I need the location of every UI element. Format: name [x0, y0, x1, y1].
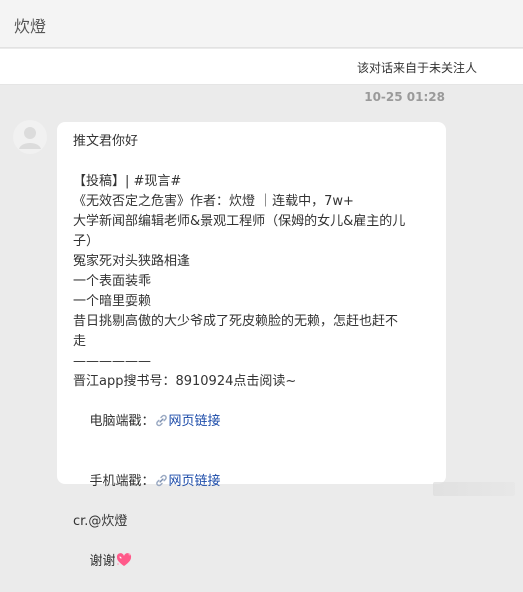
message-credit: cr.@炊燈	[73, 514, 128, 529]
stranger-notice-text: 该对话来自于未关注人	[356, 61, 477, 75]
message-line: 子）	[73, 234, 100, 249]
message-line	[73, 152, 430, 172]
message-line: 昔日挑剔高傲的大少爷成了死皮赖脸的无赖，怎赶也赶不	[73, 314, 399, 329]
message-line: ——————	[73, 354, 151, 369]
pc-link-line: 电脑端戳： 网页链接	[73, 392, 430, 452]
message-line: 冤家死对头狭路相逢	[73, 254, 191, 269]
mobile-web-link[interactable]: 网页链接	[155, 474, 221, 489]
watermark	[433, 482, 515, 496]
message-bubble: 推文君你好 【投稿】| #现言# 《无效否定之危害》作者：炊燈 ｜连载中，7w+…	[57, 122, 446, 569]
pc-link-label: 电脑端戳：	[89, 414, 155, 429]
message-line: 一个表面装乖	[73, 274, 152, 289]
message-line: 【投稿】| #现言#	[73, 174, 182, 189]
sparkling-heart-icon	[116, 553, 131, 566]
pc-link-text: 网页链接	[168, 414, 221, 429]
stranger-notice-bar: 该对话来自于未关注人	[0, 49, 523, 85]
mobile-link-line: 手机端戳： 网页链接	[73, 452, 430, 512]
default-avatar-icon[interactable]	[13, 120, 47, 154]
link-icon	[155, 414, 167, 427]
message-line: 一个暗里耍赖	[73, 294, 152, 309]
thanks-line: 谢谢	[73, 532, 430, 592]
message-line: 推文君你好	[73, 134, 139, 149]
mobile-link-label: 手机端戳：	[89, 474, 155, 489]
chat-header: 炊燈	[0, 0, 523, 48]
thanks-text: 谢谢	[89, 554, 116, 569]
mobile-link-text: 网页链接	[168, 474, 221, 489]
link-icon	[155, 474, 167, 487]
message-timestamp: 10-25 01:28	[364, 90, 445, 104]
message-line: 晋江app搜书号：8910924点击阅读~	[73, 374, 297, 389]
message-line: 《无效否定之危害》作者：炊燈 ｜连载中，7w+	[73, 194, 354, 209]
message-line: 大学新闻部编辑老师&景观工程师（保姆的女儿&雇主的儿	[73, 214, 406, 229]
message-line: 走	[73, 334, 87, 349]
pc-web-link[interactable]: 网页链接	[155, 414, 221, 429]
chat-title: 炊燈	[14, 17, 47, 36]
